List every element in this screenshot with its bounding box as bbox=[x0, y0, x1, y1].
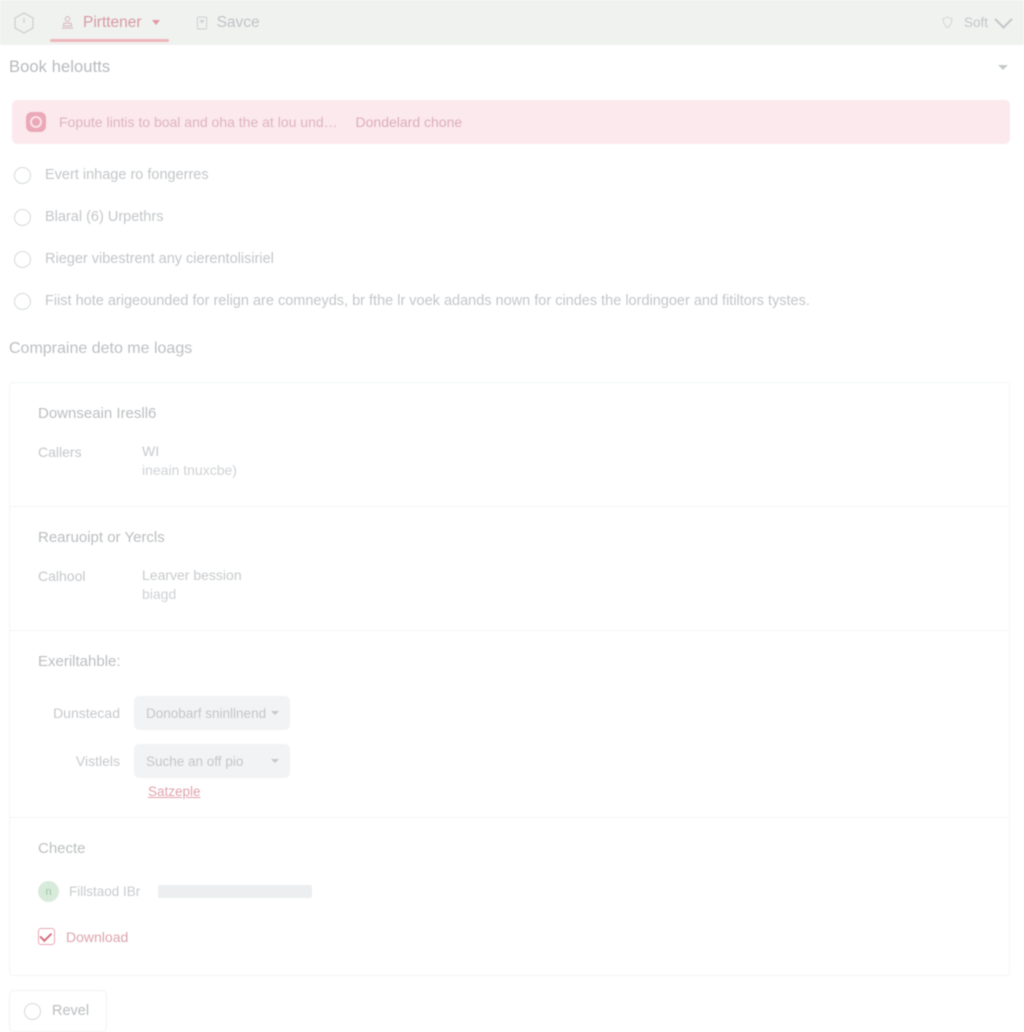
card-block-downstream: Downseain Iresll6 Callers WI ineain tnux… bbox=[10, 383, 1009, 507]
radio-unchecked-icon[interactable] bbox=[14, 251, 31, 268]
radio-option-label: Fiist hote arigeounded for relign are co… bbox=[45, 293, 810, 309]
field-value: WI ineain tnuxcbe) bbox=[142, 442, 237, 480]
avatar: n bbox=[38, 881, 59, 902]
radio-unchecked-icon[interactable] bbox=[14, 167, 31, 184]
block-title: Downseain Iresll6 bbox=[38, 405, 157, 422]
form-label: Vistlels bbox=[75, 753, 120, 769]
form-row-vistlels: Vistlels Suche an off pio bbox=[10, 744, 1009, 778]
dropdown-dunstecad[interactable]: Donobarf sninllnend bbox=[134, 696, 290, 730]
tab-pirttener[interactable]: Pirttener bbox=[42, 0, 177, 45]
alert-action-link[interactable]: Dondelard chone bbox=[356, 114, 463, 130]
checkbox-checked-icon[interactable] bbox=[38, 928, 55, 945]
alert-banner: Fopute lintis to boal and oha the at lou… bbox=[12, 100, 1010, 144]
field-value-main: Learver bession bbox=[142, 567, 242, 583]
stamp-person-icon bbox=[59, 14, 76, 31]
radio-option-1[interactable]: Blaral (6) Urpethrs bbox=[0, 208, 1024, 228]
page-header[interactable]: Book heloutts bbox=[0, 45, 1024, 90]
field-value-main: WI bbox=[142, 443, 160, 459]
radio-unchecked-icon[interactable] bbox=[14, 209, 31, 226]
radio-unchecked-icon[interactable] bbox=[14, 293, 31, 310]
field-row: Calhool Learver bession biagd bbox=[10, 566, 1009, 604]
tab-label: Pirttener bbox=[83, 13, 142, 31]
tab-savce[interactable]: Savce bbox=[177, 0, 277, 45]
radio-option-3[interactable]: Fiist hote arigeounded for relign are co… bbox=[0, 292, 1024, 312]
status-label: Soft bbox=[963, 15, 988, 30]
tab-label: Savce bbox=[216, 13, 260, 31]
shield-icon bbox=[940, 15, 955, 30]
dropdown-value: Suche an off pio bbox=[146, 753, 244, 769]
chevron-down-icon[interactable] bbox=[151, 20, 160, 25]
field-label: Callers bbox=[38, 444, 82, 460]
download-checkbox-label: Download bbox=[66, 928, 129, 945]
radio-option-label: Blaral (6) Urpethrs bbox=[45, 209, 164, 225]
helper-row: Satzeple bbox=[10, 784, 1009, 799]
dropdown-vistlels[interactable]: Suche an off pio bbox=[134, 744, 290, 778]
document-icon bbox=[194, 15, 210, 31]
radio-option-label: Evert inhage ro fongerres bbox=[45, 167, 209, 183]
radio-option-label: Rieger vibestrent any cierentolisiriel bbox=[45, 251, 274, 267]
top-bar-status[interactable]: Soft bbox=[940, 10, 1013, 30]
field-value-sub: ineain tnuxcbe) bbox=[142, 462, 237, 478]
cube-icon[interactable] bbox=[6, 0, 42, 45]
block-title: Checte bbox=[38, 840, 86, 857]
helper-spacer bbox=[38, 784, 148, 799]
section-title: Compraine deto me loags bbox=[9, 340, 193, 357]
alert-message: Fopute lintis to boal and oha the at lou… bbox=[59, 114, 462, 130]
chevron-down-icon[interactable] bbox=[998, 65, 1008, 70]
field-value-sub: biagd bbox=[142, 586, 177, 602]
chevron-down-icon bbox=[271, 711, 279, 715]
field-label: Calhool bbox=[38, 568, 86, 584]
radio-option-0[interactable]: Evert inhage ro fongerres bbox=[0, 166, 1024, 186]
checked-by-row: n Fillstaod IBr bbox=[10, 881, 1009, 902]
top-bar-tabs: Pirttener Savce bbox=[6, 0, 277, 45]
block-title: Exeriltahble: bbox=[38, 653, 121, 670]
field-value: Learver bession biagd bbox=[142, 566, 242, 604]
form-label: Dunstecad bbox=[53, 705, 120, 721]
revel-button-label: Revel bbox=[52, 1003, 90, 1019]
sample-link[interactable]: Satzeple bbox=[148, 784, 201, 799]
error-badge-icon bbox=[26, 112, 46, 132]
alert-message-text: Fopute lintis to boal and oha the at lou… bbox=[59, 114, 338, 130]
form-row-dunstecad: Dunstecad Donobarf sninllnend bbox=[10, 696, 1009, 730]
radio-unchecked-icon[interactable] bbox=[24, 1002, 41, 1020]
details-card: Downseain Iresll6 Callers WI ineain tnux… bbox=[9, 382, 1010, 976]
card-block-executable: Exeriltahble: Dunstecad Donobarf sninlln… bbox=[10, 631, 1009, 818]
checked-by-label: Fillstaod IBr bbox=[69, 884, 141, 899]
top-bar: Pirttener Savce Soft bbox=[0, 0, 1024, 45]
revel-button[interactable]: Revel bbox=[9, 990, 108, 1032]
chevron-down-icon[interactable] bbox=[994, 10, 1013, 29]
dropdown-value: Donobarf sninllnend bbox=[146, 705, 267, 721]
radio-group: Evert inhage ro fongerres Blaral (6) Urp… bbox=[0, 144, 1024, 312]
download-checkbox-row[interactable]: Download bbox=[10, 928, 1009, 945]
radio-option-2[interactable]: Rieger vibestrent any cierentolisiriel bbox=[0, 250, 1024, 270]
block-title: Rearuoipt or Yercls bbox=[38, 529, 165, 546]
chevron-down-icon bbox=[271, 759, 279, 763]
field-row: Callers WI ineain tnuxcbe) bbox=[10, 442, 1009, 480]
redacted-value bbox=[158, 885, 313, 898]
card-block-checte: Checte n Fillstaod IBr Download bbox=[10, 818, 1009, 975]
card-block-receipt: Rearuoipt or Yercls Calhool Learver bess… bbox=[10, 507, 1009, 631]
page-title: Book heloutts bbox=[9, 58, 111, 76]
